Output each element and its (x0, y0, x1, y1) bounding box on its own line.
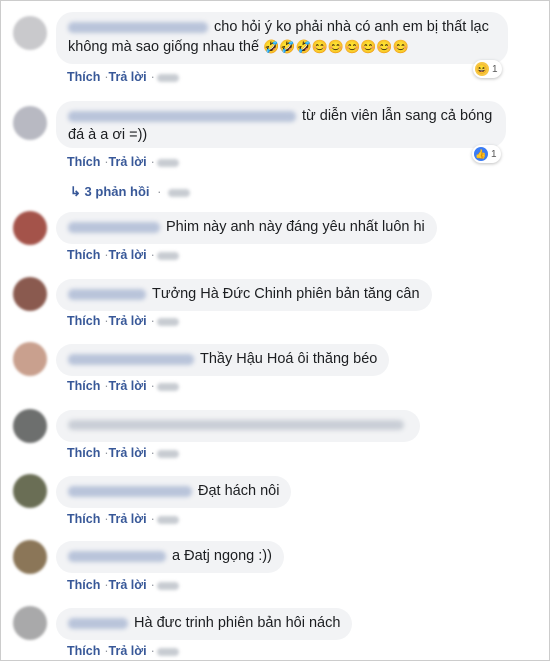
comment-text-line-1: từ diễn viên lẫn sang cả bóng (302, 108, 493, 124)
comment-bubble: Tưởng Hà Đức Chinh phiên bản tăng cân (56, 279, 432, 311)
like-link[interactable]: Thích (67, 314, 100, 328)
like-link[interactable]: Thích (67, 644, 100, 658)
comment-text-line-2: đá à a ơi =)) (68, 127, 148, 143)
comment-text: Hà đưc trinh phiên bản hôi nách (134, 615, 341, 631)
avatar[interactable] (13, 409, 47, 443)
avatar[interactable] (13, 606, 47, 640)
avatar[interactable] (13, 106, 47, 140)
reply-link[interactable]: Trả lời (109, 314, 147, 328)
view-replies-link[interactable]: ↳ 3 phản hồi · (70, 184, 190, 200)
commenter-name[interactable] (68, 550, 166, 562)
timestamp[interactable] (156, 382, 179, 391)
comment-actions: Thích ·Trả lời · (67, 155, 179, 169)
reaction-badge[interactable]: 😆 1 (473, 60, 502, 78)
timestamp[interactable] (156, 158, 179, 167)
avatar[interactable] (13, 342, 47, 376)
comment-actions: Thích ·Trả lời · (67, 248, 179, 262)
commenter-name[interactable] (68, 288, 146, 300)
timestamp[interactable] (156, 449, 179, 458)
comment-bubble (56, 410, 420, 442)
timestamp[interactable] (156, 73, 179, 82)
comment-actions: Thích ·Trả lời · (67, 578, 179, 592)
commenter-name[interactable] (68, 353, 194, 365)
like-link[interactable]: Thích (67, 155, 100, 169)
like-link[interactable]: Thích (67, 578, 100, 592)
reply-link[interactable]: Trả lời (109, 379, 147, 393)
avatar[interactable] (13, 540, 47, 574)
commenter-name[interactable] (68, 617, 128, 629)
like-link[interactable]: Thích (67, 379, 100, 393)
comment-actions: Thích ·Trả lời · (67, 644, 179, 658)
comment-text: Thầy Hậu Hoá ôi thăng béo (200, 351, 378, 367)
commenter-name[interactable] (68, 21, 208, 33)
comment-actions: Thích ·Trả lời · (67, 379, 179, 393)
timestamp (167, 188, 190, 197)
like-link[interactable]: Thích (67, 512, 100, 526)
reaction-count: 1 (491, 148, 497, 160)
comment-text-line-2: không mà sao giống nhau thế (68, 39, 260, 55)
comment-text-line-1: cho hỏi ý ko phải nhà có anh em bị thất … (214, 19, 489, 35)
comment-actions: Thích ·Trả lời · (67, 512, 179, 526)
like-link[interactable]: Thích (67, 248, 100, 262)
haha-icon: 😆 (475, 62, 489, 76)
reply-link[interactable]: Trả lời (109, 248, 147, 262)
comment-text: a Đatj ngọng :)) (172, 548, 272, 564)
avatar[interactable] (13, 16, 47, 50)
like-link[interactable]: Thích (67, 70, 100, 84)
comment-bubble: Phim này anh này đáng yêu nhất luôn hi (56, 212, 437, 244)
commenter-name[interactable] (68, 110, 296, 122)
reaction-count: 1 (492, 63, 498, 75)
timestamp[interactable] (156, 251, 179, 260)
avatar[interactable] (13, 277, 47, 311)
timestamp[interactable] (156, 647, 179, 656)
like-link[interactable]: Thích (67, 446, 100, 460)
reply-link[interactable]: Trả lời (109, 446, 147, 460)
reaction-badge[interactable]: 👍 1 (472, 145, 501, 163)
timestamp[interactable] (156, 515, 179, 524)
comment-bubble: Thầy Hậu Hoá ôi thăng béo (56, 344, 390, 376)
comment-text: Đạt hách nôi (198, 483, 280, 499)
timestamp[interactable] (156, 581, 179, 590)
reply-link[interactable]: Trả lời (109, 155, 147, 169)
comment-bubble: Đạt hách nôi (56, 476, 292, 508)
reply-link[interactable]: Trả lời (109, 70, 147, 84)
commenter-name[interactable] (68, 485, 192, 497)
timestamp[interactable] (156, 317, 179, 326)
comment-actions: Thích ·Trả lời · (67, 446, 179, 460)
avatar[interactable] (13, 474, 47, 508)
like-icon: 👍 (474, 147, 488, 161)
comment-bubble: a Đatj ngọng :)) (56, 541, 284, 573)
comment-text: Tưởng Hà Đức Chinh phiên bản tăng cân (152, 286, 420, 302)
reply-link[interactable]: Trả lời (109, 644, 147, 658)
blurred-comment-text (68, 420, 404, 431)
comment-bubble: cho hỏi ý ko phải nhà có anh em bị thất … (56, 12, 508, 64)
comment-actions: Thích ·Trả lời · (67, 314, 179, 328)
reply-link[interactable]: Trả lời (109, 578, 147, 592)
commenter-name[interactable] (68, 221, 160, 233)
replies-count-label: 3 phản hồi (84, 184, 150, 199)
reply-arrow-icon: ↳ (70, 184, 81, 199)
comment-bubble: từ diễn viên lẫn sang cả bóng đá à a ơi … (56, 101, 506, 148)
comment-bubble: Hà đưc trinh phiên bản hôi nách (56, 608, 353, 640)
avatar[interactable] (13, 211, 47, 245)
comment-text: Phim này anh này đáng yêu nhất luôn hi (166, 219, 425, 235)
comment-actions: Thích ·Trả lời · (67, 70, 179, 84)
emoji-sequence: 🤣🤣🤣😊😊😊😊😊😊 (263, 39, 409, 54)
reply-link[interactable]: Trả lời (109, 512, 147, 526)
